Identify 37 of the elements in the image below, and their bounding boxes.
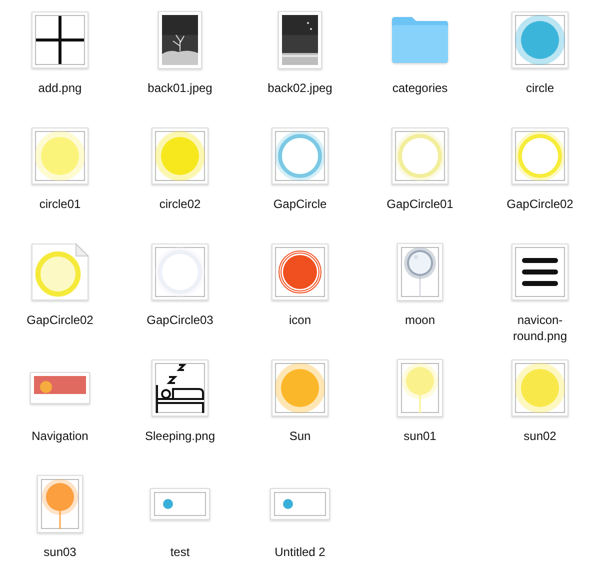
file-name: GapCircle02 — [506, 196, 574, 212]
file-name: back01.jpeg — [148, 80, 212, 96]
file-name: add.png — [38, 80, 82, 96]
file-name: Sleeping.png — [144, 428, 216, 444]
plus-icon[interactable] — [31, 11, 89, 69]
menu-icon[interactable] — [511, 243, 569, 301]
file-name: icon — [288, 312, 311, 328]
file-name: moon — [404, 312, 436, 328]
file-name: GapCircle03 — [146, 312, 214, 328]
file-name: sun01 — [404, 428, 436, 444]
file-name: sun02 — [524, 428, 556, 444]
file-name: circle — [526, 80, 554, 96]
lollipop-icon[interactable] — [37, 475, 83, 533]
file-name: GapCircle — [273, 196, 327, 212]
file-name: circle02 — [159, 196, 201, 212]
file-name: circle01 — [39, 196, 81, 212]
file-name: navicon-round.png — [512, 312, 568, 344]
file-name: back02.jpeg — [268, 80, 332, 96]
ring-icon[interactable] — [391, 127, 449, 185]
moon-icon[interactable] — [397, 243, 443, 301]
file-name: Sun — [289, 428, 311, 444]
file-name: GapCircle01 — [386, 196, 454, 212]
file-name: Untitled 2 — [274, 544, 326, 560]
banner-icon[interactable] — [30, 372, 90, 404]
ring-icon[interactable] — [31, 243, 89, 301]
ring-icon[interactable] — [271, 127, 329, 185]
file-name: categories — [392, 80, 448, 96]
ring-icon[interactable] — [151, 243, 209, 301]
lollipop-icon[interactable] — [397, 359, 443, 417]
file-name: sun03 — [44, 544, 76, 560]
target-icon[interactable] — [271, 243, 329, 301]
ring-icon[interactable] — [511, 127, 569, 185]
file-name: test — [170, 544, 190, 560]
folder-icon[interactable] — [390, 16, 450, 64]
file-name: Navigation — [32, 428, 88, 444]
bed-icon[interactable] — [151, 359, 209, 417]
file-name: GapCircle02 — [26, 312, 94, 328]
